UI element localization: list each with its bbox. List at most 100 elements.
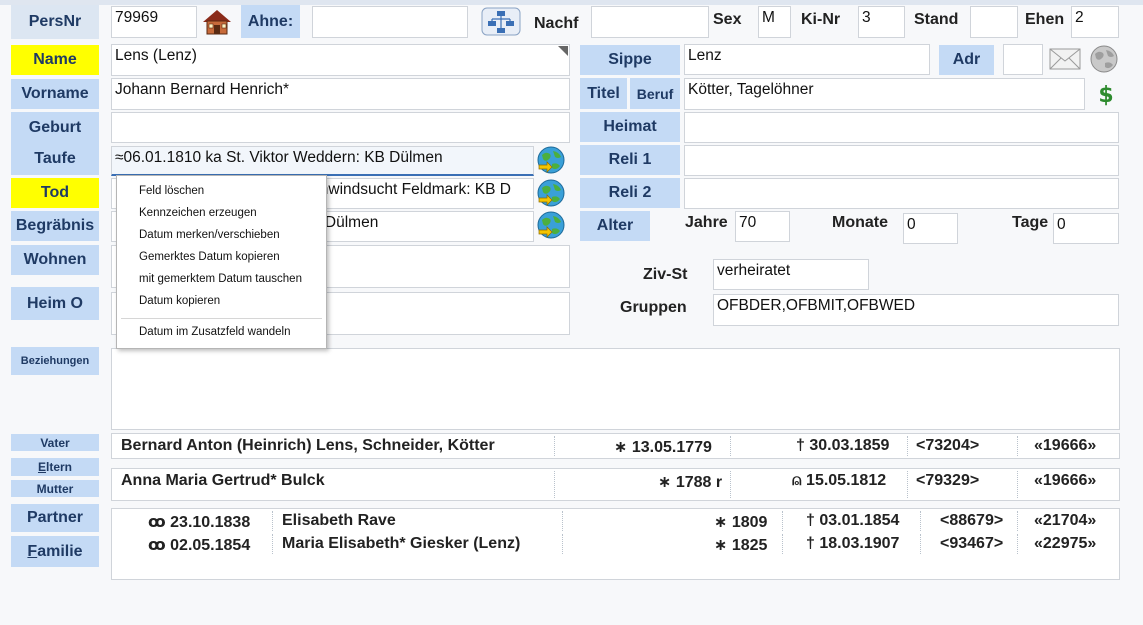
ahne-field[interactable]	[312, 6, 468, 38]
monate-field[interactable]: 0	[903, 213, 958, 244]
menu-item-gemerktes-datum-kopieren[interactable]: Gemerktes Datum kopieren	[139, 251, 280, 263]
menu-item-feld-loeschen[interactable]: Feld löschen	[139, 185, 204, 197]
familie-label-rest: amilie	[37, 542, 83, 560]
separator	[272, 511, 273, 531]
svg-text:$: $	[1098, 83, 1113, 108]
heim-label: Heim O	[11, 287, 99, 320]
context-menu: Feld löschen Kennzeichen erzeugen Datum …	[116, 175, 327, 349]
adr-label: Adr	[939, 45, 994, 75]
partner-row[interactable]: ꝏ 23.10.1838 Elisabeth Rave ∗ 1809 † 03.…	[112, 509, 1119, 533]
kinr-label: Ki-Nr	[801, 11, 841, 28]
heimat-field[interactable]	[684, 112, 1119, 143]
partner-name: Maria Elisabeth* Giesker (Lenz)	[282, 535, 521, 552]
name-field[interactable]: Lens (Lenz)	[111, 44, 570, 76]
beruf-field[interactable]: Kötter, Tagelöhner	[684, 78, 1085, 110]
nachf-label: Nachf	[534, 15, 579, 32]
ahne-label: Ahne:	[241, 5, 300, 38]
partner-id: <88679>	[940, 512, 1004, 529]
tage-field[interactable]: 0	[1053, 213, 1119, 244]
geburt-taufe-label: Geburt Taufe	[11, 112, 99, 175]
name-value: Lens (Lenz)	[115, 47, 197, 64]
zivst-label: Ziv-St	[643, 266, 688, 283]
mother-family: «19666»	[1034, 472, 1097, 489]
jahre-field[interactable]: 70	[735, 211, 790, 242]
globe-icon[interactable]	[536, 178, 566, 208]
separator	[782, 511, 783, 531]
separator	[554, 436, 555, 456]
adr-field[interactable]	[1003, 44, 1043, 75]
taufe-label: Taufe	[34, 150, 76, 168]
heimat-label: Heimat	[580, 112, 680, 142]
ehen-label: Ehen	[1025, 11, 1065, 28]
corner-marker	[558, 46, 568, 56]
persnr-field[interactable]: 79969	[111, 6, 197, 38]
separator	[1017, 511, 1018, 531]
partner-family: «22975»	[1034, 535, 1097, 552]
menu-item-kennzeichen-erzeugen[interactable]: Kennzeichen erzeugen	[139, 207, 257, 219]
partner-birth: ∗ 1809	[714, 514, 768, 531]
mother-row[interactable]: Anna Maria Gertrud* Bulck ∗ 1788 r ⍝ 15.…	[111, 468, 1120, 501]
reli2-field[interactable]	[684, 178, 1119, 209]
menu-item-datum-kopieren[interactable]: Datum kopieren	[139, 295, 220, 307]
globe-icon[interactable]	[536, 145, 566, 175]
tage-label: Tage	[1012, 214, 1049, 231]
separator	[562, 511, 563, 531]
partner-death: † 18.03.1907	[806, 535, 900, 552]
dollar-icon[interactable]: $	[1098, 80, 1114, 108]
partner-row[interactable]: ꝏ 02.05.1854 Maria Elisabeth* Giesker (L…	[112, 532, 1119, 556]
envelope-icon[interactable]	[1049, 47, 1081, 71]
father-death: † 30.03.1859	[796, 437, 890, 454]
menu-item-datum-wandeln[interactable]: Datum im Zusatzfeld wandeln	[139, 326, 290, 338]
eltern-label: Eltern	[11, 458, 99, 476]
begraebnis-label: Begräbnis	[11, 211, 99, 241]
separator	[562, 534, 563, 554]
beziehungen-box[interactable]	[111, 348, 1120, 430]
partner-death: † 03.01.1854	[806, 512, 900, 529]
stand-field[interactable]	[970, 6, 1018, 38]
mutter-label: Mutter	[11, 480, 99, 497]
mother-id: <79329>	[916, 472, 980, 489]
partner-birth: ∗ 1825	[714, 537, 768, 554]
partner-family: «21704»	[1034, 512, 1097, 529]
gruppen-label: Gruppen	[620, 299, 687, 316]
menu-item-datum-tauschen[interactable]: mit gemerktem Datum tauschen	[139, 273, 302, 285]
father-row[interactable]: Bernard Anton (Heinrich) Lens, Schneider…	[111, 433, 1120, 459]
globe-icon[interactable]	[1088, 44, 1120, 74]
separator	[272, 534, 273, 554]
separator	[1017, 471, 1018, 498]
separator	[782, 534, 783, 554]
separator	[920, 511, 921, 531]
sippe-field[interactable]: Lenz	[684, 44, 930, 75]
jahre-label: Jahre	[685, 214, 728, 231]
father-id: <73204>	[916, 437, 980, 454]
wohnen-label: Wohnen	[11, 245, 99, 275]
titel-label: Titel	[580, 78, 627, 109]
father-birth: ∗ 13.05.1779	[614, 439, 712, 456]
menu-item-datum-merken[interactable]: Datum merken/verschieben	[139, 229, 280, 241]
vorname-field[interactable]: Johann Bernard Henrich*	[111, 78, 570, 110]
taufe-field[interactable]: ≈06.01.1810 ka St. Viktor Weddern: KB Dü…	[111, 146, 534, 176]
partner-name: Elisabeth Rave	[282, 512, 396, 529]
gruppen-field[interactable]: OFBDER,OFBMIT,OFBWED	[713, 294, 1119, 326]
eltern-hotkey: E	[37, 460, 46, 474]
nachf-field[interactable]	[591, 6, 709, 38]
persnr-label: PersNr	[11, 5, 99, 39]
globe-icon[interactable]	[536, 210, 566, 240]
top-strip	[0, 0, 1143, 5]
beziehungen-label: Beziehungen	[11, 347, 99, 375]
geburt-field[interactable]	[111, 112, 570, 143]
sex-field[interactable]: M	[758, 6, 791, 38]
kinr-field[interactable]: 3	[858, 6, 905, 38]
partner-marriage: ꝏ 02.05.1854	[148, 537, 251, 554]
zivst-field[interactable]: verheiratet	[713, 259, 869, 290]
reli1-field[interactable]	[684, 145, 1119, 176]
house-icon[interactable]	[202, 8, 232, 36]
reli2-label: Reli 2	[580, 178, 680, 208]
separator	[730, 471, 731, 498]
partner-label: Partner	[11, 504, 99, 532]
partner-list[interactable]: ꝏ 23.10.1838 Elisabeth Rave ∗ 1809 † 03.…	[111, 508, 1120, 580]
menu-separator	[121, 318, 322, 319]
ehen-field[interactable]: 2	[1071, 6, 1119, 38]
family-tree-icon[interactable]	[481, 7, 521, 36]
partner-id: <93467>	[940, 535, 1004, 552]
